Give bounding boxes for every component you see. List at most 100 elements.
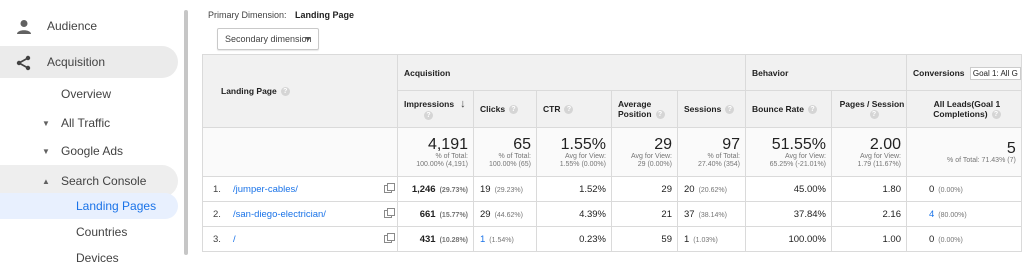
caret-down-icon: ▼: [42, 146, 50, 156]
sidebar-item-google-ads[interactable]: ▼ Google Ads: [0, 135, 178, 167]
sidebar-item-landing-pages[interactable]: Landing Pages: [0, 193, 178, 219]
column-header-all-leads[interactable]: All Leads(Goal 1 Completions)?: [906, 90, 1022, 128]
cell-value: 0.23%: [579, 233, 606, 245]
clicks-cell: 19 (29.23%): [473, 176, 537, 202]
row-index: 3.: [213, 233, 221, 245]
total-caption: Avg for View:: [631, 152, 672, 160]
sessions-cell: 20 (20.62%): [677, 176, 746, 202]
ctr-cell: 4.39%: [536, 201, 612, 227]
total-caption: 100.00% (65): [488, 160, 531, 168]
ctr-cell: 0.23%: [536, 226, 612, 252]
landing-page-link[interactable]: /jumper-cables/: [233, 184, 298, 195]
header-label: Impressions: [404, 98, 455, 109]
help-icon[interactable]: ?: [991, 110, 1001, 120]
cell-value: 4.39%: [579, 208, 606, 220]
header-label: Bounce Rate: [752, 103, 804, 114]
report-table: Landing Page? Acquisition Behavior Conve…: [202, 54, 1022, 252]
goal-select[interactable]: Goal 1: All G: [969, 66, 1021, 80]
sidebar-item-devices[interactable]: Devices: [0, 245, 178, 271]
cell-value: 1: [480, 233, 486, 245]
group-label: Behavior: [752, 67, 789, 78]
sidebar-item-overview[interactable]: Overview: [0, 78, 178, 110]
column-header-clicks[interactable]: Clicks?: [473, 90, 537, 128]
cell-percent: (1.03%): [693, 236, 718, 244]
landing-page-header[interactable]: Landing Page?: [202, 54, 398, 128]
cell-percent: (10.28%): [439, 236, 468, 244]
cell-value: 37.84%: [793, 208, 826, 220]
external-link-icon[interactable]: [384, 183, 395, 193]
help-icon[interactable]: ?: [280, 87, 290, 97]
total-caption: 1.55% (0.00%): [559, 160, 606, 168]
total-caption: 65.25% (-21.01%): [769, 160, 826, 168]
sidebar-item-label: Devices: [76, 251, 119, 265]
total-caption: Avg for View:: [785, 152, 826, 160]
help-icon[interactable]: ?: [807, 105, 817, 115]
help-icon[interactable]: ?: [424, 111, 433, 121]
impressions-cell: 431 (10.28%): [397, 226, 474, 252]
acquisition-icon: [16, 55, 31, 71]
secondary-dimension-label: Secondary dimension: [225, 34, 312, 44]
total-caption: 27.40% (354): [697, 160, 740, 168]
landing-page-link[interactable]: /: [233, 234, 236, 245]
help-icon[interactable]: ?: [655, 110, 665, 120]
landing-page-link[interactable]: /san-diego-electrician/: [233, 209, 326, 220]
total-caption: Avg for View:: [565, 152, 606, 160]
column-header-ctr[interactable]: CTR?: [536, 90, 612, 128]
total-all-leads: 5% of Total: 71.43% (7): [906, 127, 1022, 177]
cell-value: 1.00: [882, 233, 902, 245]
position-cell: 29: [611, 176, 678, 202]
bounce-rate-cell: 100.00%: [745, 226, 832, 252]
total-value: 51.55%: [771, 135, 826, 153]
help-icon[interactable]: ?: [869, 110, 879, 120]
column-header-sessions[interactable]: Sessions?: [677, 90, 746, 128]
group-label: Conversions: [913, 67, 965, 78]
cell-value: 21: [661, 208, 672, 220]
column-header-average-position[interactable]: Average Position?: [611, 90, 678, 128]
external-link-icon[interactable]: [384, 208, 395, 218]
external-link-icon[interactable]: [384, 233, 395, 243]
group-header-acquisition: Acquisition: [397, 54, 746, 91]
all-leads-cell: 0 (0.00%): [906, 176, 1022, 202]
secondary-dimension-button[interactable]: Secondary dimension: [217, 28, 319, 50]
help-icon[interactable]: ?: [564, 105, 574, 115]
sidebar-item-audience[interactable]: Audience: [0, 10, 178, 42]
sidebar-item-label: Overview: [61, 87, 112, 101]
help-icon[interactable]: ?: [725, 105, 735, 115]
total-value: 65: [513, 135, 531, 153]
clicks-cell: 29 (44.62%): [473, 201, 537, 227]
total-sessions: 97% of Total: 27.40% (354): [677, 127, 746, 177]
sidebar-item-countries[interactable]: Countries: [0, 219, 178, 245]
primary-dimension-value[interactable]: Landing Page: [295, 10, 354, 20]
header-label: CTR: [543, 103, 561, 114]
cell-percent: (38.14%): [698, 211, 727, 219]
landing-page-cell: 1. /jumper-cables/: [202, 176, 398, 202]
sidebar-item-label: Acquisition: [47, 55, 106, 69]
pages-session-cell: 2.16: [831, 201, 907, 227]
cell-value: 19: [480, 183, 491, 195]
total-value: 1.55%: [560, 135, 606, 153]
total-value: 29: [654, 135, 672, 153]
cell-value: 1.80: [882, 183, 902, 195]
landing-page-cell: 2. /san-diego-electrician/: [202, 201, 398, 227]
sidebar-scrollbar[interactable]: [184, 10, 188, 255]
position-cell: 21: [611, 201, 678, 227]
cell-value: 0: [929, 233, 935, 245]
report-main: Primary Dimension: Landing Page Secondar…: [200, 0, 1024, 255]
sidebar-item-acquisition[interactable]: Acquisition: [0, 46, 178, 78]
table-row: 3./ 431 (10.28%) 1 (1.54%) 0.23% 59 1 (1.03…: [202, 226, 1022, 252]
totals-row: 4,191% of Total: 100.00% (4,191) 65% of T…: [202, 127, 1022, 177]
chevron-down-icon: [305, 37, 311, 41]
total-pages-session: 2.00 Avg for View: 1.79 (11.67%): [831, 127, 907, 177]
cell-value: 1,246: [411, 183, 436, 195]
pages-session-cell: 1.00: [831, 226, 907, 252]
group-header-conversions: Conversions Goal 1: All G: [906, 54, 1022, 91]
column-header-impressions[interactable]: Impressions ↓?: [397, 90, 474, 128]
column-header-pages-session[interactable]: Pages / Session?: [831, 90, 907, 128]
total-caption: 29 (0.00%): [637, 160, 672, 168]
cell-value: 661: [419, 208, 436, 220]
column-header-bounce-rate[interactable]: Bounce Rate?: [745, 90, 832, 128]
total-caption: 100.00% (4,191): [416, 160, 468, 168]
sidebar-nav: Audience Acquisition Overview ▼ All Traf…: [0, 0, 188, 265]
help-icon[interactable]: ?: [509, 105, 519, 115]
totals-blank: [202, 127, 398, 177]
